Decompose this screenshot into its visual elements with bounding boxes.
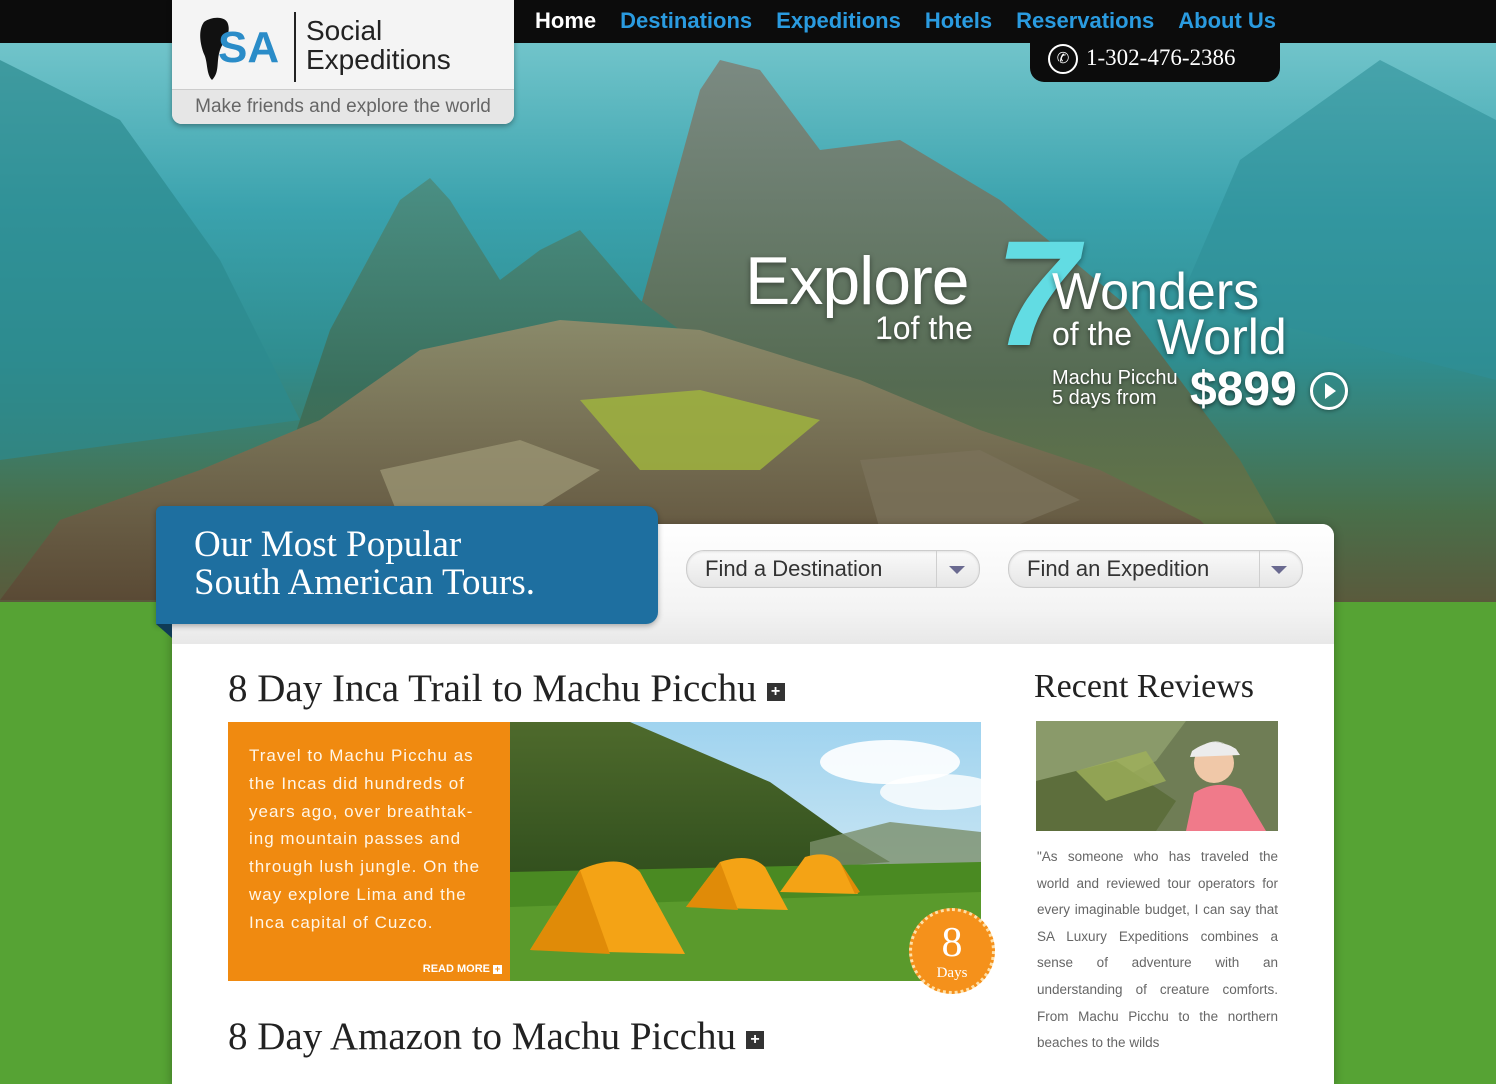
days-number: 8 (941, 920, 963, 966)
tour-title[interactable]: 8 Day Inca Trail to Machu Picchu + (228, 666, 785, 711)
plus-icon[interactable]: + (745, 1031, 764, 1050)
tour-card: Travel to Machu Picchu as the Incas did … (228, 722, 981, 981)
promo-of-the: of the (1052, 316, 1133, 352)
promo-one-of-the: 1of the (875, 310, 973, 346)
tour-title-text[interactable]: 8 Day Inca Trail to Machu Picchu (228, 667, 757, 710)
logo-name-line2: Expeditions (306, 44, 451, 75)
find-destination-select[interactable]: Find a Destination (686, 550, 980, 588)
review-text: "As someone who has traveled the world a… (1037, 849, 1278, 1051)
logo-divider (294, 12, 296, 82)
promo-explore: Explore (745, 243, 970, 319)
find-expedition-select[interactable]: Find an Expedition (1008, 550, 1303, 588)
logo-tagline: Make friends and explore the world (172, 89, 514, 124)
promo-world: World (1157, 309, 1287, 365)
promo-place: Machu Picchu (1052, 367, 1178, 389)
logo-initials: SA (218, 23, 279, 72)
reviewer-photo (1036, 721, 1278, 831)
plus-icon: + (493, 964, 502, 974)
site-logo[interactable]: SA Social Expeditions Make friends and e… (172, 0, 514, 124)
tour-title[interactable]: 8 Day Amazon to Machu Picchu + (228, 1014, 764, 1059)
chevron-down-icon (1271, 566, 1287, 574)
popular-tours-title-line2: South American Tours. (194, 562, 536, 603)
read-more-link[interactable]: READ MORE + (423, 963, 502, 975)
reviews-title: Recent Reviews (1034, 668, 1254, 705)
promo-days-from: 5 days from (1052, 387, 1157, 409)
plus-icon[interactable]: + (766, 683, 785, 702)
phone-tab[interactable]: ✆ 1-302-476-2386 (1030, 36, 1280, 82)
phone-icon: ✆ (1048, 44, 1078, 74)
tour-title-text[interactable]: 8 Day Amazon to Machu Picchu (228, 1015, 736, 1058)
days-badge: 8 Days (909, 908, 995, 994)
nav-destinations[interactable]: Destinations (620, 0, 752, 43)
nav-home[interactable]: Home (535, 0, 596, 43)
nav-expeditions[interactable]: Expeditions (776, 0, 901, 43)
tour-description: Travel to Machu Picchu as the Incas did … (249, 746, 481, 932)
days-label: Days (936, 965, 968, 981)
phone-number: 1-302-476-2386 (1086, 45, 1236, 70)
logo-name: Social Expeditions (306, 16, 451, 74)
select-divider (936, 551, 937, 587)
logo-name-line1: Social (306, 15, 383, 46)
reviewer-photo-illustration (1036, 721, 1278, 831)
logo-mark: SA (200, 17, 279, 80)
popular-tours-tab: Our Most Popular South American Tours. (156, 506, 658, 638)
read-more-label[interactable]: READ MORE (423, 963, 490, 975)
popular-tours-title-line1: Our Most Popular (194, 524, 462, 565)
promo-price[interactable]: $899 (1190, 362, 1297, 417)
nav-hotels[interactable]: Hotels (925, 0, 992, 43)
find-destination-label: Find a Destination (705, 556, 883, 581)
popular-tours-title: Our Most Popular South American Tours. (194, 526, 535, 602)
tour-description-box: Travel to Machu Picchu as the Incas did … (228, 722, 510, 981)
chevron-down-icon (949, 566, 965, 574)
find-expedition-label: Find an Expedition (1027, 556, 1210, 581)
select-divider (1259, 551, 1260, 587)
play-circle-icon[interactable] (1310, 372, 1348, 410)
